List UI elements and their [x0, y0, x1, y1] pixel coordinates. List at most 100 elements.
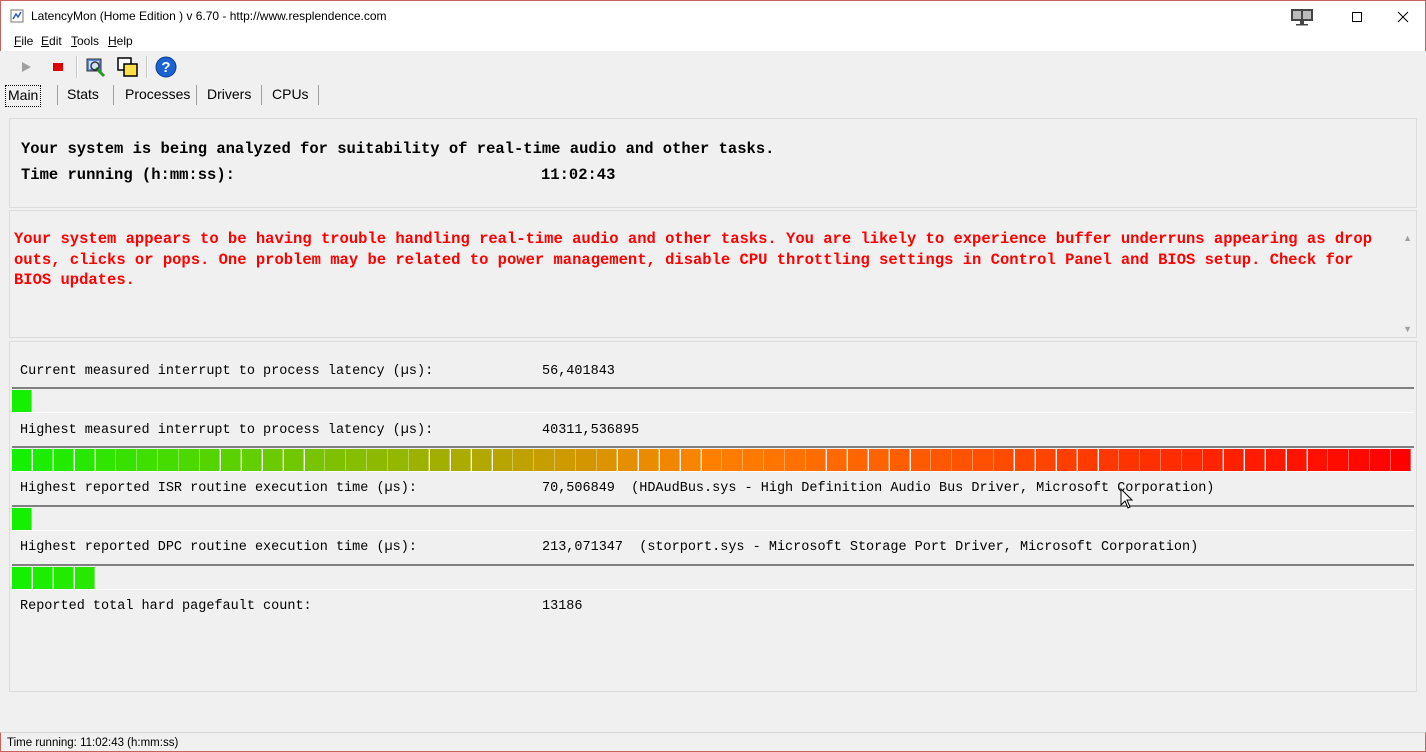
status-bar: Time running: 11:02:43 (h:mm:ss)	[0, 732, 1426, 752]
meter-segment	[12, 567, 33, 589]
menu-edit[interactable]: Edit	[41, 34, 62, 48]
meter-segment	[534, 449, 555, 471]
meter-segment	[450, 449, 472, 471]
meter-segment	[701, 449, 722, 471]
meter-segment	[262, 449, 284, 471]
meter-segment	[220, 449, 242, 471]
meter-segment	[283, 449, 305, 471]
meter-segment	[471, 449, 493, 471]
status-bar-text: Time running: 11:02:43 (h:mm:ss)	[7, 737, 179, 749]
tab-cpus[interactable]: CPUs	[270, 85, 311, 105]
meter-segment	[1349, 449, 1370, 471]
meter-segment	[1098, 449, 1119, 471]
windows-button[interactable]	[116, 55, 140, 79]
meter-segment	[1307, 449, 1328, 471]
meter-segment	[53, 567, 75, 589]
meter-segment	[1119, 449, 1140, 471]
current-latency-label: Current measured interrupt to process la…	[20, 364, 434, 379]
dpc-time-meter	[12, 564, 1414, 590]
highest-latency-meter	[12, 446, 1414, 472]
menu-file[interactable]: File	[14, 34, 33, 48]
tab-separator	[113, 85, 114, 105]
meter-segment	[1056, 449, 1078, 471]
meter-segment	[32, 449, 54, 471]
meter-segment	[346, 449, 367, 471]
highest-latency-value: 40311,536895	[542, 423, 640, 438]
meter-segment	[806, 449, 827, 471]
meter-segment	[32, 567, 54, 589]
menu-tools[interactable]: Tools	[71, 34, 99, 48]
meter-segment	[889, 449, 910, 471]
toolbar: ?	[0, 51, 1426, 81]
meter-segment	[826, 449, 848, 471]
meter-segment	[137, 449, 158, 471]
svg-text:?: ?	[161, 59, 170, 76]
current-latency-value: 56,401843	[542, 364, 615, 379]
meter-segment	[95, 449, 116, 471]
meter-segment	[409, 449, 430, 471]
title-bar: LatencyMon (Home Edition ) v 6.70 - http…	[0, 0, 1426, 31]
tab-separator	[261, 85, 262, 105]
meter-segment	[1014, 449, 1036, 471]
meter-segment	[1328, 449, 1349, 471]
toolbar-separator	[146, 56, 148, 78]
meter-segment	[513, 449, 534, 471]
meter-segment	[241, 449, 263, 471]
minimize-button[interactable]: —	[1287, 1, 1333, 32]
time-running-value: 11:02:43	[541, 166, 616, 184]
meter-segment	[200, 449, 221, 471]
close-button[interactable]: ✕	[1380, 1, 1426, 32]
toolbar-separator	[76, 56, 78, 78]
meter-segment	[12, 449, 33, 471]
analyze-button[interactable]	[84, 55, 108, 79]
meter-segment	[659, 449, 681, 471]
meter-segment	[597, 449, 618, 471]
meter-segment	[638, 449, 660, 471]
time-running-label: Time running (h:mm:ss):	[21, 166, 235, 184]
warning-panel[interactable]: Your system appears to be having trouble…	[9, 210, 1417, 338]
meter-segment	[12, 508, 33, 530]
meter-segment	[12, 390, 33, 412]
tab-separator	[318, 85, 319, 105]
highest-latency-label: Highest measured interrupt to process la…	[20, 423, 434, 438]
meter-segment	[179, 449, 200, 471]
analyze-icon	[86, 58, 106, 78]
meter-segment	[1161, 449, 1182, 471]
tab-stats[interactable]: Stats	[65, 85, 101, 105]
tab-strip: Main Stats Processes Drivers CPUs	[0, 81, 1426, 107]
tab-drivers[interactable]: Drivers	[205, 85, 253, 105]
menu-bar: File Edit Tools Help	[0, 31, 1426, 51]
meter-segment	[1182, 449, 1203, 471]
meter-segment	[555, 449, 576, 471]
meter-segment	[1035, 449, 1057, 471]
maximize-button[interactable]: ☐	[1334, 1, 1380, 32]
start-button[interactable]	[14, 55, 38, 79]
isr-time-label: Highest reported ISR routine execution t…	[20, 481, 417, 496]
meter-segment	[617, 449, 639, 471]
scroll-down-icon[interactable]: ▼	[1403, 324, 1412, 334]
menu-help[interactable]: Help	[108, 34, 133, 48]
dpc-time-value: 213,071347 (storport.sys - Microsoft Sto…	[542, 540, 1199, 555]
meter-segment	[1265, 449, 1287, 471]
tab-separator	[196, 85, 197, 105]
tab-processes[interactable]: Processes	[123, 85, 192, 105]
meter-segment	[1286, 449, 1308, 471]
warning-message: Your system appears to be having trouble…	[14, 230, 1382, 289]
meter-segment	[53, 449, 75, 471]
help-button[interactable]: ?	[154, 55, 178, 79]
meter-segment	[868, 449, 890, 471]
meter-segment	[931, 449, 952, 471]
stop-icon	[53, 63, 63, 71]
meter-segment	[680, 449, 702, 471]
scroll-up-icon[interactable]: ▲	[1403, 233, 1412, 243]
meter-segment	[722, 449, 743, 471]
current-latency-meter	[12, 387, 1414, 413]
meter-segment	[116, 449, 137, 471]
analysis-status-panel: Your system is being analyzed for suitab…	[9, 118, 1417, 208]
mouse-cursor-icon	[1120, 488, 1134, 509]
tab-main[interactable]: Main	[5, 85, 42, 107]
meter-segment	[492, 449, 513, 471]
meter-segment	[1391, 449, 1412, 471]
meter-segment	[304, 449, 325, 471]
stop-button[interactable]	[46, 55, 70, 79]
